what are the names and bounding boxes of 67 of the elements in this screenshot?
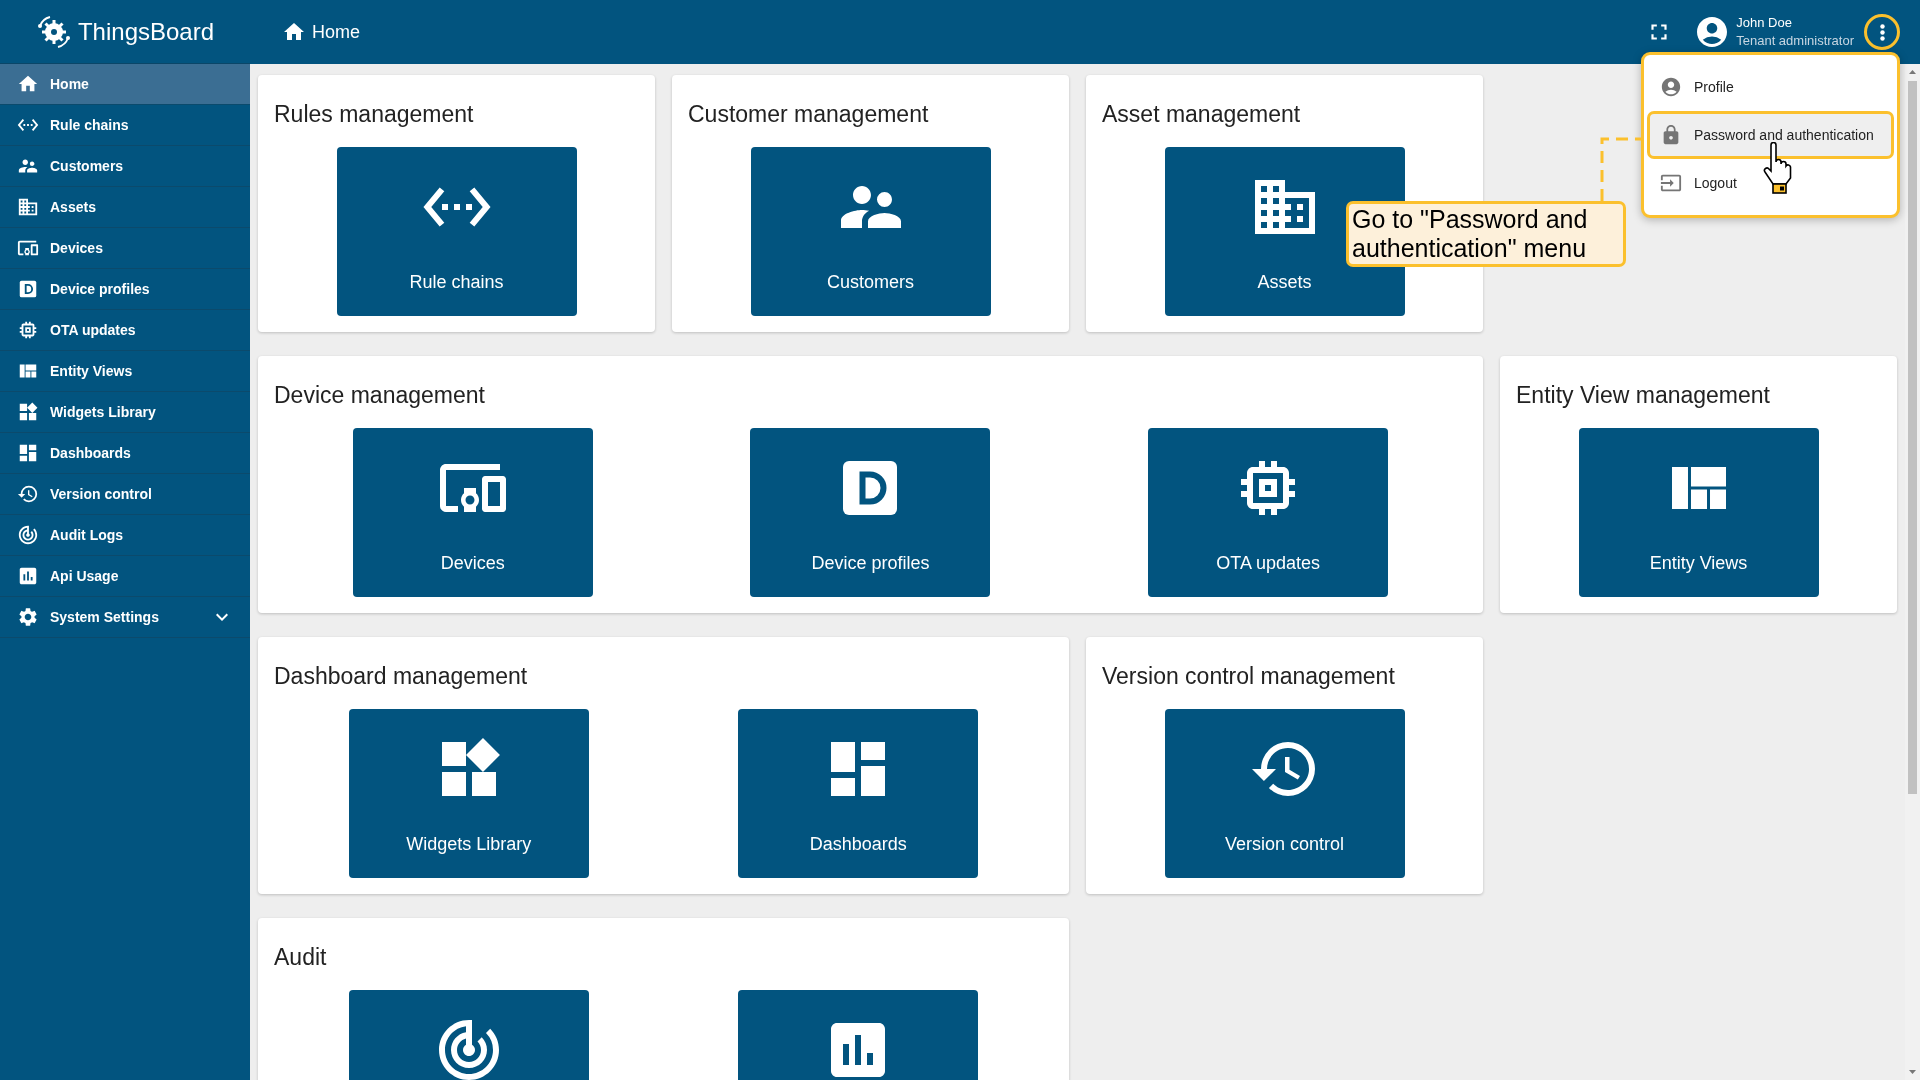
user-name: John Doe [1736, 14, 1793, 32]
sidebar-item[interactable]: OTA updates [0, 310, 250, 351]
sidebar-item[interactable]: Assets [0, 187, 250, 228]
sidebar-item[interactable]: Customers [0, 146, 250, 187]
sidebar-label: Device profiles [50, 281, 151, 297]
app-name: ThingsBoard [77, 17, 215, 46]
section-title: Device management [274, 381, 485, 410]
sidebar-label: Version control [50, 486, 153, 502]
sidebar-label: Dashboards [50, 445, 132, 461]
square-letter-icon [17, 278, 39, 300]
sidebar-label: Entity Views [50, 363, 134, 379]
chip-icon [17, 319, 39, 341]
sidebar-label: Api Usage [50, 568, 120, 584]
sidebar-label: Customers [50, 158, 125, 174]
sidebar-item[interactable]: Version control [0, 474, 250, 515]
nav-tile[interactable]: Rule chains [336, 147, 577, 316]
nav-tile[interactable]: Devices [352, 428, 593, 597]
section-title: Asset management [1102, 100, 1301, 129]
bar-chart-icon [17, 565, 39, 587]
menu-item[interactable]: Password and authentication [1647, 111, 1894, 159]
sidebar-label: System Settings [50, 609, 160, 625]
nav-tile[interactable]: Entity Views [1578, 428, 1819, 597]
nav-tile[interactable]: OTA updates [1148, 428, 1389, 597]
sidebar-item[interactable]: System Settings [0, 597, 250, 638]
settings-icon [17, 606, 39, 628]
sidebar-label: Devices [50, 240, 104, 256]
section-title: Audit [274, 943, 327, 972]
widgets-icon [17, 401, 39, 423]
hand-cursor-icon [1762, 142, 1792, 194]
sidebar-item[interactable]: Rule chains [0, 105, 250, 146]
logout-icon [1660, 172, 1682, 194]
nav-tile[interactable]: Widgets Library [348, 709, 589, 878]
more-icon [1879, 23, 1885, 41]
building-icon [17, 196, 39, 218]
sidebar-label: OTA updates [50, 322, 137, 338]
sidebar-label: Home [50, 76, 90, 92]
sidebar-item[interactable]: Api Usage [0, 556, 250, 597]
menu-item[interactable]: Profile [1647, 63, 1894, 111]
section-title: Dashboard management [274, 662, 528, 691]
dashboard-icon [17, 442, 39, 464]
sidebar-label: Audit Logs [50, 527, 125, 543]
menu-item[interactable]: Logout [1647, 159, 1894, 207]
sidebar-item[interactable]: Dashboards [0, 433, 250, 474]
sidebar-label: Rule chains [50, 117, 130, 133]
sidebar-item[interactable]: Widgets Library [0, 392, 250, 433]
section-title: Entity View management [1516, 381, 1770, 410]
nav-tile[interactable]: Dashboards [738, 709, 979, 878]
breadcrumb[interactable]: Home [312, 21, 360, 43]
logo-icon [35, 13, 72, 50]
section-title: Customer management [688, 100, 929, 129]
history-icon [17, 483, 39, 505]
sidebar-item[interactable]: Device profiles [0, 269, 250, 310]
nav-tile[interactable]: Device profiles [750, 428, 991, 597]
target-icon [17, 524, 39, 546]
sidebar-item[interactable]: Devices [0, 228, 250, 269]
sidebar-item[interactable]: Home [0, 64, 250, 105]
sidebar-item[interactable]: Entity Views [0, 351, 250, 392]
account-icon [1660, 76, 1682, 98]
nav-tile[interactable]: Customers [750, 147, 991, 316]
nav-tile[interactable]: Version control [1164, 709, 1405, 878]
section-title: Rules management [274, 100, 474, 129]
annotation-callout: Go to "Password and authentication" menu [1346, 201, 1626, 267]
user-role: Tenant administrator [1736, 32, 1854, 50]
sidebar-label: Widgets Library [50, 404, 157, 420]
sidebar-item[interactable]: Audit Logs [0, 515, 250, 556]
sidebar-label: Assets [50, 199, 97, 215]
section-title: Version control management [1102, 662, 1395, 691]
